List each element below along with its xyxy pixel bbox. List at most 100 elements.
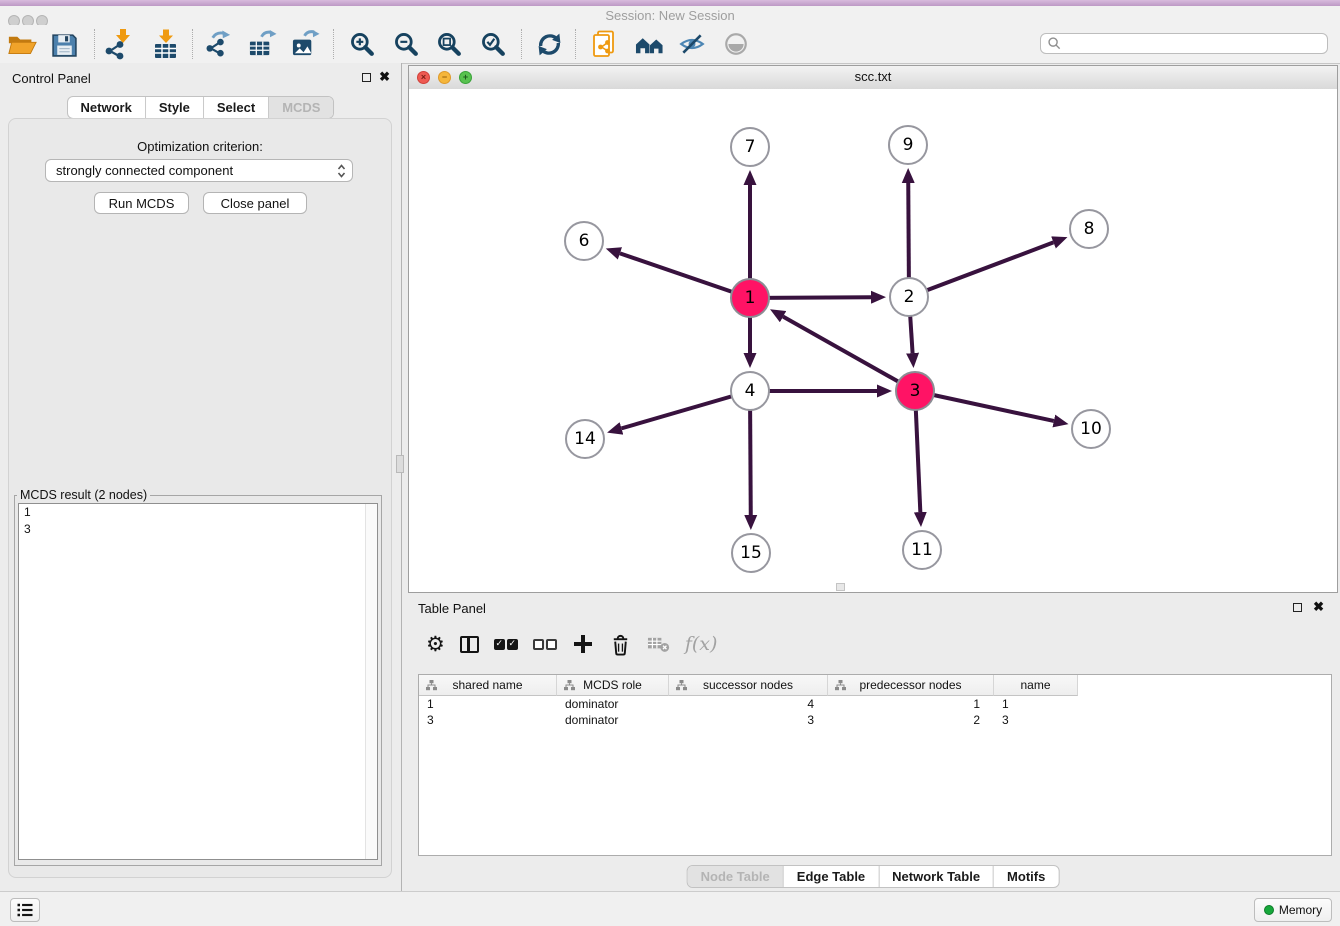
network-window-titlebar[interactable]: × − + scc.txt xyxy=(409,66,1337,90)
open-folder-icon[interactable] xyxy=(5,27,39,61)
node-2[interactable]: 2 xyxy=(889,277,929,317)
add-column-icon[interactable] xyxy=(572,631,594,657)
node-3[interactable]: 3 xyxy=(895,371,935,411)
memory-button[interactable]: Memory xyxy=(1254,898,1332,922)
optimization-label: Optimization criterion: xyxy=(9,139,391,154)
delete-column-icon[interactable] xyxy=(609,631,632,657)
list-icon xyxy=(15,900,35,920)
zoom-selected-icon[interactable] xyxy=(476,27,510,61)
node-15[interactable]: 15 xyxy=(731,533,771,573)
app-title: Session: New Session xyxy=(0,8,1340,23)
table-toolbar: ⚙ ✓✓ f(x) xyxy=(426,629,717,659)
table-panel: Table Panel ✖ ⚙ ✓✓ f(x) shared nameMCDS … xyxy=(408,595,1338,891)
node-9[interactable]: 9 xyxy=(888,125,928,165)
tab-select[interactable]: Select xyxy=(203,97,268,118)
refresh-icon[interactable] xyxy=(532,27,566,61)
zoom-in-icon[interactable] xyxy=(345,27,379,61)
status-bar: Memory xyxy=(0,891,1340,926)
select-stepper-icon xyxy=(337,163,346,182)
mcds-result-box[interactable]: 13 xyxy=(18,503,378,860)
close-panel-button[interactable]: Close panel xyxy=(203,192,307,214)
node-14[interactable]: 14 xyxy=(565,419,605,459)
zoom-fit-icon[interactable] xyxy=(432,27,466,61)
table-cell: 3 xyxy=(669,712,828,728)
tab-motifs[interactable]: Motifs xyxy=(993,866,1058,887)
close-table-panel-icon[interactable]: ✖ xyxy=(1313,599,1324,615)
search-input[interactable] xyxy=(1062,36,1321,52)
table-cell: 1 xyxy=(419,696,557,712)
table-panel-title: Table Panel xyxy=(418,601,486,616)
eye-hidden-icon[interactable] xyxy=(675,27,709,61)
window-resize-handle[interactable] xyxy=(836,583,845,591)
houses-icon[interactable] xyxy=(632,27,666,61)
table-panel-tabs: Node TableEdge TableNetwork TableMotifs xyxy=(687,865,1060,888)
table-cell: dominator xyxy=(557,696,669,712)
node-8[interactable]: 8 xyxy=(1069,209,1109,249)
mcds-result-line: 3 xyxy=(19,521,377,538)
table-cell: 2 xyxy=(828,712,994,728)
edge-2-8[interactable] xyxy=(909,242,1053,297)
float-panel-icon[interactable] xyxy=(362,73,371,82)
task-history-button[interactable] xyxy=(10,898,40,922)
control-panel-tabs: NetworkStyleSelectMCDS xyxy=(67,96,335,119)
toolbar-separator xyxy=(575,29,576,59)
node-1[interactable]: 1 xyxy=(730,278,770,318)
column-header-name[interactable]: name xyxy=(994,675,1078,696)
tab-mcds[interactable]: MCDS xyxy=(268,97,333,118)
mcds-panel: Optimization criterion: strongly connect… xyxy=(8,118,392,878)
export-image-icon[interactable] xyxy=(288,27,322,61)
table-settings-icon[interactable]: ⚙ xyxy=(426,631,445,657)
column-header-successor-nodes[interactable]: successor nodes xyxy=(669,675,828,696)
node-4[interactable]: 4 xyxy=(730,371,770,411)
edge-3-10[interactable] xyxy=(915,391,1054,421)
column-header-MCDS-role[interactable]: MCDS role xyxy=(557,675,669,696)
app-titlebar: Session: New Session xyxy=(0,6,1340,25)
document-network-icon[interactable] xyxy=(588,27,622,61)
table-cell: 1 xyxy=(994,696,1078,712)
column-header-predecessor-nodes[interactable]: predecessor nodes xyxy=(828,675,994,696)
deselect-all-columns-icon[interactable] xyxy=(533,631,557,657)
import-network-icon[interactable] xyxy=(101,27,135,61)
node-11[interactable]: 11 xyxy=(902,530,942,570)
tab-edge-table[interactable]: Edge Table xyxy=(783,866,878,887)
network-window-title: scc.txt xyxy=(409,69,1337,84)
close-panel-icon[interactable]: ✖ xyxy=(379,69,390,85)
select-all-columns-icon[interactable]: ✓✓ xyxy=(494,631,518,657)
result-scrollbar[interactable] xyxy=(365,504,377,859)
tab-node-table[interactable]: Node Table xyxy=(688,866,783,887)
mcds-result-group: MCDS result (2 nodes) 13 xyxy=(14,488,382,866)
toolbar-separator xyxy=(333,29,334,59)
run-mcds-button[interactable]: Run MCDS xyxy=(94,192,189,214)
import-table-icon[interactable] xyxy=(149,27,183,61)
memory-label: Memory xyxy=(1279,903,1322,917)
edge-3-1[interactable] xyxy=(783,317,915,391)
node-7[interactable]: 7 xyxy=(730,127,770,167)
tab-style[interactable]: Style xyxy=(145,97,203,118)
table-row[interactable]: 3dominator323 xyxy=(419,712,1331,728)
control-panel-title: Control Panel xyxy=(12,71,91,86)
search-icon xyxy=(1047,36,1062,51)
save-icon[interactable] xyxy=(47,27,81,61)
control-panel: Control Panel ✖ NetworkStyleSelectMCDS O… xyxy=(0,63,402,891)
column-header-shared-name[interactable]: shared name xyxy=(419,675,557,696)
main-toolbar xyxy=(0,25,1340,64)
zoom-out-icon[interactable] xyxy=(389,27,423,61)
export-table-icon[interactable] xyxy=(245,27,279,61)
node-6[interactable]: 6 xyxy=(564,221,604,261)
search-field xyxy=(1040,33,1328,54)
float-table-panel-icon[interactable] xyxy=(1293,603,1302,612)
mcds-result-title: MCDS result (2 nodes) xyxy=(17,488,150,502)
table-cell: 4 xyxy=(669,696,828,712)
toolbar-separator xyxy=(521,29,522,59)
node-10[interactable]: 10 xyxy=(1071,409,1111,449)
criterion-select[interactable]: strongly connected component xyxy=(45,159,353,182)
function-builder-icon: f(x) xyxy=(685,631,718,657)
table-cell: dominator xyxy=(557,712,669,728)
tab-network-table[interactable]: Network Table xyxy=(878,866,993,887)
tab-network[interactable]: Network xyxy=(68,97,145,118)
mcds-result-line: 1 xyxy=(19,504,377,521)
export-network-icon[interactable] xyxy=(201,27,235,61)
column-layout-icon[interactable] xyxy=(460,631,479,657)
table-row[interactable]: 1dominator411 xyxy=(419,696,1331,712)
panel-splitter-handle[interactable] xyxy=(396,455,404,473)
